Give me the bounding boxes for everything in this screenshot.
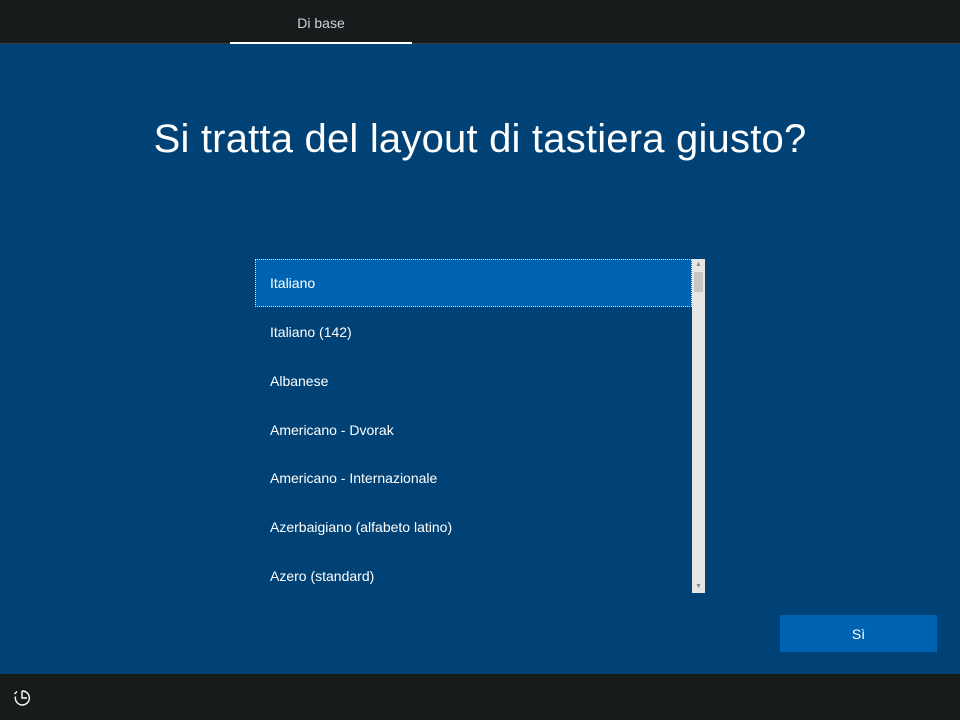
list-item-label: Azerbaigiano (alfabeto latino) — [270, 519, 453, 535]
page-title: Si tratta del layout di tastiera giusto? — [153, 117, 807, 161]
yes-button[interactable]: Sì — [780, 615, 937, 652]
list-item-label: Italiano — [270, 275, 316, 291]
main-content: Si tratta del layout di tastiera giusto?… — [0, 45, 960, 674]
active-tab-indicator — [230, 42, 412, 44]
scroll-thumb[interactable] — [694, 272, 703, 292]
bottom-bar — [0, 674, 960, 720]
list-item-americano-dvorak[interactable]: Americano - Dvorak — [255, 406, 692, 454]
list-scrollbar[interactable]: ▲ ▼ — [692, 259, 705, 593]
scroll-up-arrow-icon[interactable]: ▲ — [692, 259, 705, 271]
keyboard-layout-list[interactable]: Italiano Italiano (142) Albanese America… — [255, 259, 705, 593]
list-item-azerbaigiano[interactable]: Azerbaigiano (alfabeto latino) — [255, 503, 692, 551]
list-item-label: Italiano (142) — [270, 324, 352, 340]
top-navigation-bar: Di base — [0, 0, 960, 44]
ease-of-access-icon[interactable] — [12, 688, 32, 708]
tab-di-base[interactable]: Di base — [230, 0, 412, 44]
list-item-label: Albanese — [270, 373, 329, 389]
tab-label: Di base — [297, 15, 345, 31]
list-item-italiano[interactable]: Italiano — [255, 259, 692, 307]
scroll-down-arrow-icon[interactable]: ▼ — [692, 581, 705, 593]
list-item-azero[interactable]: Azero (standard) — [255, 552, 692, 593]
list-item-label: Americano - Internazionale — [270, 470, 438, 486]
ease-of-access-icon-svg — [14, 690, 31, 706]
list-item-label: Azero (standard) — [270, 568, 375, 584]
list-item-americano-internazionale[interactable]: Americano - Internazionale — [255, 454, 692, 502]
list-item-label: Americano - Dvorak — [270, 422, 394, 438]
list-item-albanese[interactable]: Albanese — [255, 357, 692, 405]
list-item-italiano-142[interactable]: Italiano (142) — [255, 308, 692, 356]
